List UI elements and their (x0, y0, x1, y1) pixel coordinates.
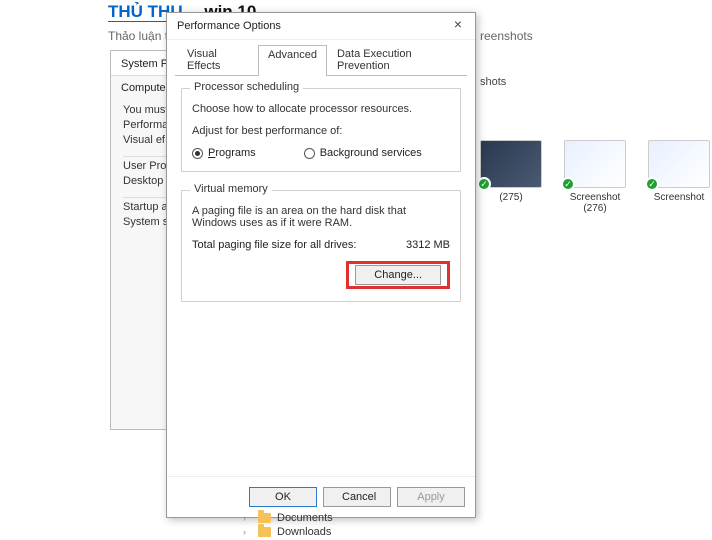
thumb-label: Screenshot (276) (564, 192, 626, 214)
vm-total-value: 3312 MB (406, 239, 450, 251)
cancel-button[interactable]: Cancel (323, 487, 391, 507)
radio-dot-icon (192, 148, 203, 159)
group-title: Virtual memory (190, 183, 272, 195)
tab-visual-effects[interactable]: Visual Effects (177, 44, 258, 75)
explorer-nav-fragment: › Documents › Downloads (243, 512, 333, 540)
chevron-right-icon[interactable]: › (243, 513, 252, 523)
check-icon: ✓ (477, 177, 491, 191)
screenshot-thumb[interactable]: ✓ Screenshot (648, 140, 710, 214)
radio-bg-label: Background services (320, 147, 422, 159)
proc-adjust-label: Adjust for best performance of: (192, 125, 450, 137)
dialog-tabs: Visual Effects Advanced Data Execution P… (167, 40, 475, 75)
virtual-memory-group: Virtual memory A paging file is an area … (181, 190, 461, 302)
nav-item-downloads[interactable]: › Downloads (243, 526, 333, 538)
proc-desc: Choose how to allocate processor resourc… (192, 103, 450, 115)
ok-button[interactable]: OK (249, 487, 317, 507)
highlight-box: Change... (346, 261, 450, 289)
folder-icon (258, 527, 271, 537)
radio-programs-label: Programs (208, 147, 256, 159)
dialog-content: Processor scheduling Choose how to alloc… (175, 75, 467, 476)
page-subtitle-right: reenshots (480, 29, 533, 43)
tab-dep[interactable]: Data Execution Prevention (327, 44, 467, 75)
nav-label: Documents (277, 512, 333, 524)
screenshot-thumb[interactable]: ✓ (275) (480, 140, 542, 214)
folder-icon (258, 513, 271, 523)
nav-item-documents[interactable]: › Documents (243, 512, 333, 524)
chevron-right-icon[interactable]: › (243, 527, 252, 537)
dialog-titlebar[interactable]: Performance Options × (167, 13, 475, 40)
thumb-label: (275) (480, 192, 542, 203)
apply-button[interactable]: Apply (397, 487, 465, 507)
performance-options-dialog: Performance Options × Visual Effects Adv… (166, 12, 476, 518)
vm-desc: A paging file is an area on the hard dis… (192, 205, 450, 229)
thumb-label: Screenshot (648, 192, 710, 203)
radio-background-services[interactable]: Background services (304, 147, 422, 159)
group-title: Processor scheduling (190, 81, 303, 93)
check-icon: ✓ (561, 177, 575, 191)
nav-label: Downloads (277, 526, 331, 538)
radio-programs[interactable]: Programs (192, 147, 256, 159)
folder-name-fragment: shots (480, 76, 506, 88)
tab-advanced[interactable]: Advanced (258, 45, 327, 76)
dialog-title: Performance Options (177, 20, 281, 32)
check-icon: ✓ (645, 177, 659, 191)
close-icon[interactable]: × (449, 17, 467, 35)
dialog-button-row: OK Cancel Apply (167, 476, 475, 517)
vm-total-label: Total paging file size for all drives: (192, 239, 356, 251)
change-button[interactable]: Change... (355, 265, 441, 285)
thumbnail-row: ✓ (275) ✓ Screenshot (276) ✓ Screenshot (480, 140, 710, 214)
screenshot-thumb[interactable]: ✓ Screenshot (276) (564, 140, 626, 214)
radio-dot-icon (304, 148, 315, 159)
processor-scheduling-group: Processor scheduling Choose how to alloc… (181, 88, 461, 172)
